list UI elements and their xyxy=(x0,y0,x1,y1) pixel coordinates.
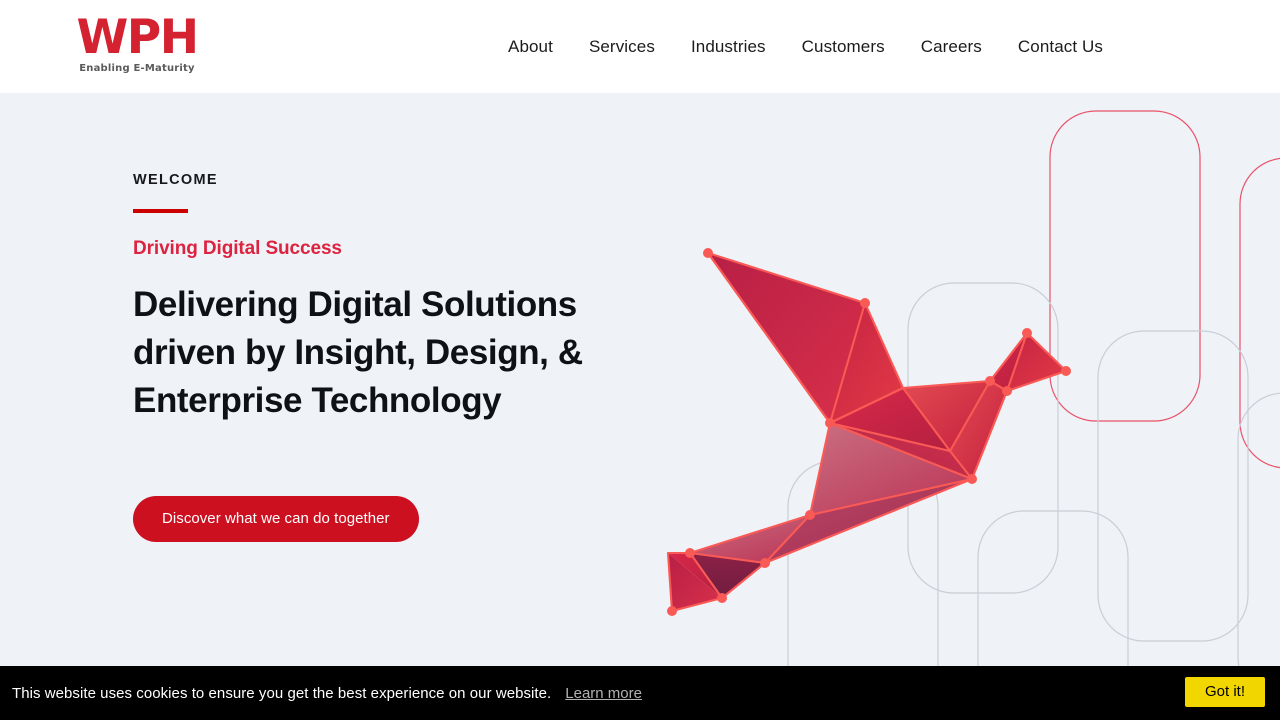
background-decoration xyxy=(787,110,1280,720)
nav-item-careers[interactable]: Careers xyxy=(903,37,1000,57)
hero-kicker: Driving Digital Success xyxy=(133,238,342,259)
site-header: WPH Enabling E-Maturity About Services I… xyxy=(0,0,1280,93)
logo-wordmark: WPH xyxy=(76,10,199,65)
main-navigation: About Services Industries Customers Care… xyxy=(508,0,1103,93)
hero-copy: WELCOME Driving Digital Success Deliveri… xyxy=(133,172,703,542)
cookie-message: This website uses cookies to ensure you … xyxy=(12,684,552,702)
nav-item-services[interactable]: Services xyxy=(571,37,673,57)
logo-wph[interactable]: WPH Enabling E-Maturity xyxy=(62,14,212,75)
nav-item-about[interactable]: About xyxy=(508,37,571,57)
hero-eyebrow: WELCOME xyxy=(133,172,218,188)
hero-section: WELCOME Driving Digital Success Deliveri… xyxy=(0,93,1280,720)
cookie-consent-banner: This website uses cookies to ensure you … xyxy=(0,666,1280,720)
cookie-accept-button[interactable]: Got it! xyxy=(1184,677,1265,707)
nav-item-industries[interactable]: Industries xyxy=(673,37,784,57)
hero-headline: Delivering Digital Solutions driven by I… xyxy=(133,285,583,420)
cookie-learn-more-link[interactable]: Learn more xyxy=(565,685,642,702)
logo-tagline: Enabling E-Maturity xyxy=(79,63,195,74)
hero-accent-rule xyxy=(133,209,188,213)
nav-item-contact-us[interactable]: Contact Us xyxy=(1000,37,1103,57)
nav-item-customers[interactable]: Customers xyxy=(784,37,903,57)
origami-bird-illustration xyxy=(666,248,1071,616)
hero-cta-button[interactable]: Discover what we can do together xyxy=(133,496,419,542)
